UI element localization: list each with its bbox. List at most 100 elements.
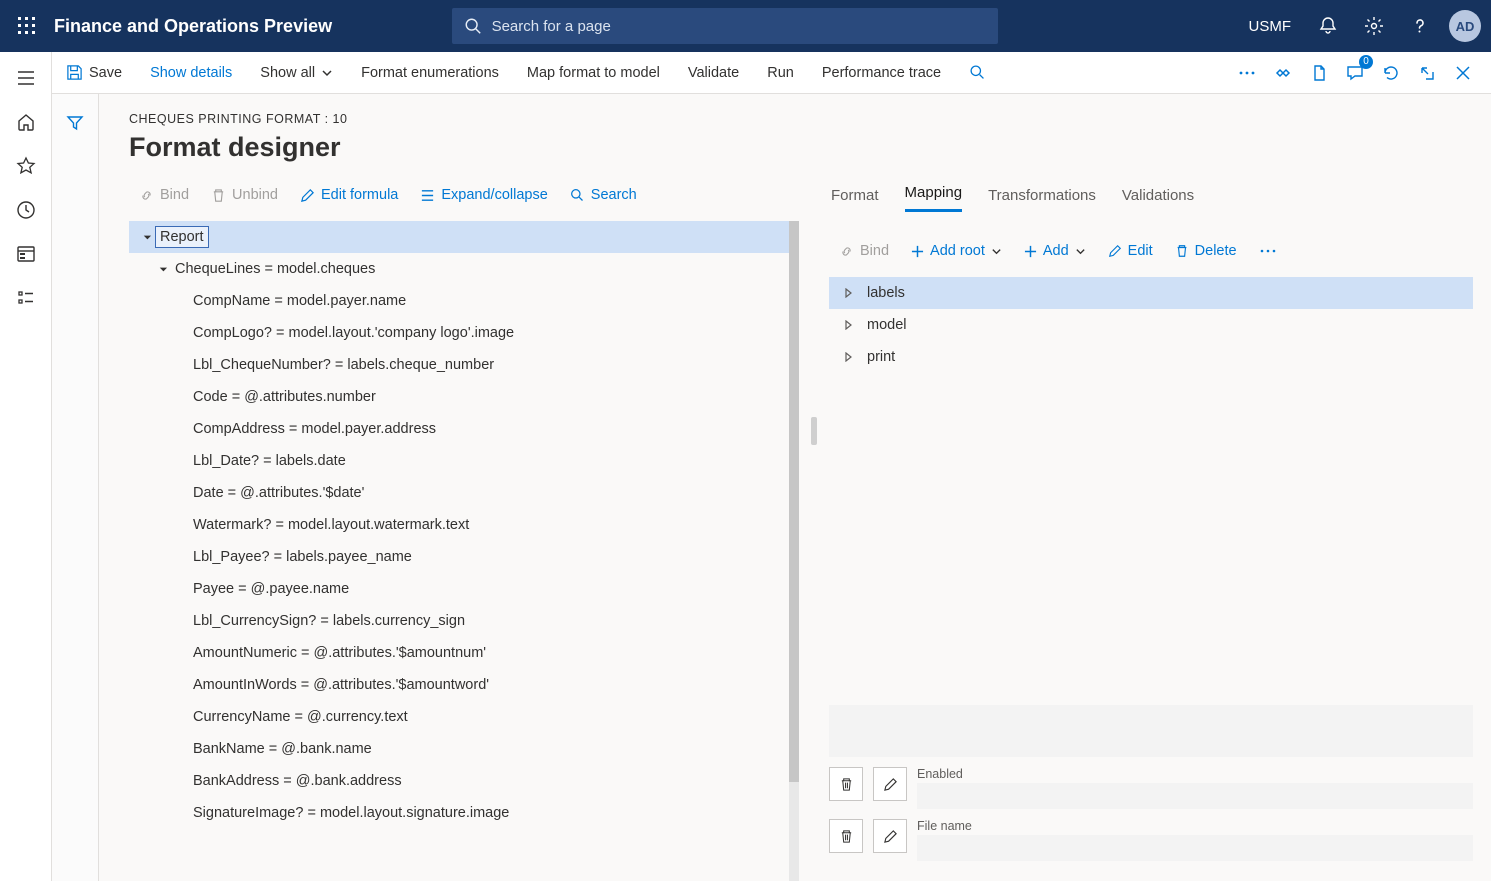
chevron-right-icon[interactable] [837, 320, 859, 330]
tree-node[interactable]: CompName = model.payer.name [129, 285, 799, 317]
mapping-node[interactable]: model [829, 309, 1473, 341]
add-root-button[interactable]: Add root [901, 231, 1012, 271]
save-button[interactable]: Save [52, 52, 136, 93]
filter-icon[interactable] [66, 114, 84, 881]
chevron-down-icon[interactable] [137, 232, 155, 243]
format-enumerations-button[interactable]: Format enumerations [347, 52, 513, 93]
tree-toolbar: Bind Unbind Edit formula Expand/collapse [129, 177, 799, 213]
app-launcher-icon[interactable] [6, 5, 48, 47]
mapping-node-label: model [867, 317, 907, 333]
chevron-right-icon[interactable] [837, 288, 859, 298]
tree-node[interactable]: ChequeLines = model.cheques [129, 253, 799, 285]
chevron-down-icon[interactable] [153, 264, 171, 275]
tree-node-label: Date = @.attributes.'$date' [189, 483, 368, 503]
filename-label: File name [917, 819, 1473, 833]
enabled-edit-button[interactable] [873, 767, 907, 801]
tree-node[interactable]: SignatureImage? = model.layout.signature… [129, 797, 799, 829]
tree-node-label: CompAddress = model.payer.address [189, 419, 440, 439]
tree-node[interactable]: BankAddress = @.bank.address [129, 765, 799, 797]
map-format-to-model-button[interactable]: Map format to model [513, 52, 674, 93]
search-icon [969, 64, 986, 81]
mapping-node-label: print [867, 349, 895, 365]
popout-icon[interactable] [1409, 55, 1445, 91]
mapping-node[interactable]: print [829, 341, 1473, 373]
notifications-icon[interactable] [1307, 5, 1349, 47]
mapping-node[interactable]: labels [829, 277, 1473, 309]
home-icon[interactable] [6, 102, 46, 142]
close-icon[interactable] [1445, 55, 1481, 91]
plus-icon [911, 245, 924, 258]
tab-transformations[interactable]: Transformations [988, 187, 1096, 212]
filename-edit-button[interactable] [873, 819, 907, 853]
tree-node[interactable]: Lbl_ChequeNumber? = labels.cheque_number [129, 349, 799, 381]
help-icon[interactable] [1399, 5, 1441, 47]
tree-node[interactable]: CurrencyName = @.currency.text [129, 701, 799, 733]
enabled-input[interactable] [917, 783, 1473, 809]
settings-icon[interactable] [1353, 5, 1395, 47]
tree-node[interactable]: Code = @.attributes.number [129, 381, 799, 413]
messages-icon[interactable]: 0 [1337, 55, 1373, 91]
expand-collapse-button[interactable]: Expand/collapse [410, 177, 557, 213]
splitter[interactable] [799, 177, 829, 881]
performance-trace-button[interactable]: Performance trace [808, 52, 955, 93]
tree-node-label: Code = @.attributes.number [189, 387, 380, 407]
refresh-icon[interactable] [1373, 55, 1409, 91]
add-button[interactable]: Add [1014, 231, 1096, 271]
page-search-button[interactable] [955, 52, 1000, 93]
pencil-icon [883, 829, 898, 844]
global-search[interactable]: Search for a page [452, 8, 998, 44]
right-tabs: Format Mapping Transformations Validatio… [829, 177, 1473, 213]
recent-icon[interactable] [6, 190, 46, 230]
tree-node[interactable]: AmountInWords = @.attributes.'$amountwor… [129, 669, 799, 701]
tree-node[interactable]: BankName = @.bank.name [129, 733, 799, 765]
mapping-tree[interactable]: labels model print [829, 277, 1473, 373]
avatar[interactable]: AD [1449, 10, 1481, 42]
tree-node[interactable]: Lbl_Date? = labels.date [129, 445, 799, 477]
tab-mapping[interactable]: Mapping [905, 184, 963, 212]
tree-node[interactable]: AmountNumeric = @.attributes.'$amountnum… [129, 637, 799, 669]
tree-node-label: Payee = @.payee.name [189, 579, 353, 599]
tab-validations[interactable]: Validations [1122, 187, 1194, 212]
tree-search-button[interactable]: Search [560, 177, 647, 213]
trash-icon [839, 829, 854, 844]
format-tree[interactable]: ReportChequeLines = model.chequesCompNam… [129, 221, 799, 829]
tree-node-label: SignatureImage? = model.layout.signature… [189, 803, 513, 823]
tree-node[interactable]: Lbl_CurrencySign? = labels.currency_sign [129, 605, 799, 637]
run-button[interactable]: Run [753, 52, 808, 93]
tree-node-label: AmountInWords = @.attributes.'$amountwor… [189, 675, 493, 695]
filename-delete-button[interactable] [829, 819, 863, 853]
hamburger-icon[interactable] [6, 58, 46, 98]
tree-node-label: Lbl_CurrencySign? = labels.currency_sign [189, 611, 469, 631]
tree-node[interactable]: Lbl_Payee? = labels.payee_name [129, 541, 799, 573]
tree-node-root[interactable]: Report [129, 221, 799, 253]
tree-node[interactable]: Watermark? = model.layout.watermark.text [129, 509, 799, 541]
mapping-more-icon[interactable] [1249, 231, 1287, 271]
more-actions-icon[interactable] [1229, 55, 1265, 91]
tree-scrollbar[interactable] [789, 221, 799, 881]
breadcrumb: CHEQUES PRINTING FORMAT : 10 [129, 112, 1491, 126]
workspaces-icon[interactable] [6, 234, 46, 274]
edit-button[interactable]: Edit [1098, 231, 1163, 271]
attachments-icon[interactable] [1301, 55, 1337, 91]
modules-icon[interactable] [6, 278, 46, 318]
tree-node[interactable]: Payee = @.payee.name [129, 573, 799, 605]
tree-node[interactable]: CompLogo? = model.layout.'company logo'.… [129, 317, 799, 349]
filename-input[interactable] [917, 835, 1473, 861]
chevron-down-icon [321, 67, 333, 79]
company-selector[interactable]: USMF [1237, 18, 1304, 35]
favorites-icon[interactable] [6, 146, 46, 186]
mapping-bind-button: Bind [829, 231, 899, 271]
enabled-delete-button[interactable] [829, 767, 863, 801]
tree-node[interactable]: Date = @.attributes.'$date' [129, 477, 799, 509]
validate-button[interactable]: Validate [674, 52, 753, 93]
search-icon [464, 17, 482, 35]
edit-formula-button[interactable]: Edit formula [290, 177, 408, 213]
tab-format[interactable]: Format [831, 187, 879, 212]
related-icon[interactable] [1265, 55, 1301, 91]
tree-node[interactable]: CompAddress = model.payer.address [129, 413, 799, 445]
delete-button[interactable]: Delete [1165, 231, 1247, 271]
show-details-button[interactable]: Show details [136, 52, 246, 93]
format-tree-panel: Bind Unbind Edit formula Expand/collapse [129, 177, 799, 881]
chevron-right-icon[interactable] [837, 352, 859, 362]
show-all-button[interactable]: Show all [246, 52, 347, 93]
